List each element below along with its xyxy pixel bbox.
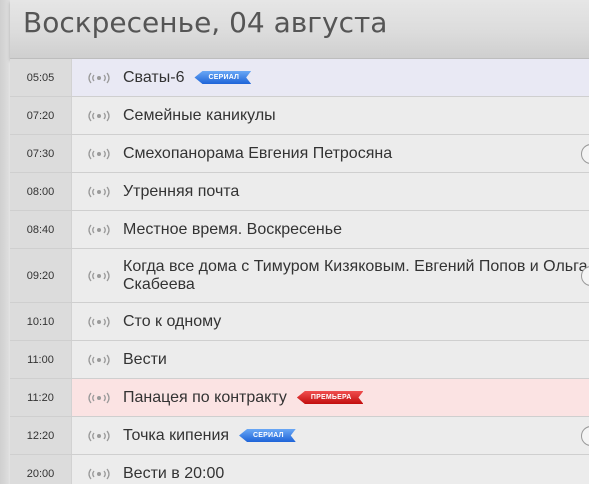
program-title-wrap: Утренняя почта: [123, 183, 239, 201]
program-title[interactable]: Сто к одному: [123, 313, 221, 331]
program-content: Местное время. Воскресенье: [72, 211, 589, 248]
program-content: Сто к одному: [72, 303, 589, 340]
schedule-row[interactable]: 09:20 Когда все дома с Тимуром Кизяковым.…: [10, 249, 589, 303]
program-time: 11:20: [27, 391, 54, 404]
program-time: 07:30: [26, 147, 55, 160]
program-time: 08:40: [26, 223, 55, 236]
program-content: Семейные каникулы: [72, 97, 589, 134]
time-cell: 08:40: [10, 211, 72, 248]
schedule-row[interactable]: 08:00 Утренняя почта: [10, 173, 589, 211]
broadcast-icon: [86, 315, 112, 329]
schedule-row[interactable]: 20:00 Вести в 20:00: [10, 455, 589, 484]
broadcast-icon: [86, 185, 112, 199]
serial-badge: СЕРИАЛ: [194, 71, 251, 84]
broadcast-icon: [86, 109, 112, 123]
program-title[interactable]: Вести в 20:00: [123, 465, 224, 483]
broadcast-icon: [86, 223, 112, 237]
program-title-wrap: Панацея по контракту ПРЕМЬЕРА: [123, 389, 363, 407]
program-content: Сваты-6 СЕРИАЛ: [72, 59, 589, 96]
program-time: 12:20: [26, 429, 55, 442]
program-time: 10:10: [26, 315, 55, 328]
broadcast-icon: [86, 147, 112, 161]
program-title[interactable]: Местное время. Воскресенье: [123, 221, 342, 239]
time-cell: 11:00: [10, 341, 72, 378]
program-time: 07:20: [26, 109, 55, 122]
schedule-row[interactable]: 07:30 Смехопанорама Евгения Петросяна: [10, 135, 589, 173]
program-content: Смехопанорама Евгения Петросяна: [72, 135, 589, 172]
program-title[interactable]: Когда все дома с Тимуром Кизяковым. Евге…: [123, 258, 589, 294]
chevron-right-icon[interactable]: [581, 425, 589, 446]
serial-badge: СЕРИАЛ: [239, 429, 296, 442]
program-title[interactable]: Сваты-6: [123, 69, 184, 87]
schedule-list: 05:05 Сваты-6 СЕРИАЛ 07:20 Семейные каникулы…: [10, 59, 589, 484]
program-title-wrap: Семейные каникулы: [123, 107, 276, 125]
broadcast-icon: [86, 429, 112, 443]
broadcast-icon: [86, 269, 112, 283]
broadcast-icon: [86, 353, 112, 367]
program-title[interactable]: Вести: [123, 351, 167, 369]
program-time: 09:20: [26, 269, 55, 282]
day-header: Воскресенье, 04 августа: [10, 0, 589, 59]
program-title-wrap: Когда все дома с Тимуром Кизяковым. Евге…: [123, 258, 589, 294]
program-title-wrap: Вести в 20:00: [123, 465, 224, 483]
program-time: 20:00: [26, 467, 55, 480]
program-time: 05:05: [26, 71, 55, 84]
time-cell: 08:00: [10, 173, 72, 210]
program-title[interactable]: Панацея по контракту: [123, 389, 287, 407]
program-title-wrap: Сваты-6 СЕРИАЛ: [123, 69, 251, 87]
schedule-row[interactable]: 11:00 Вести: [10, 341, 589, 379]
program-title-wrap: Вести: [123, 351, 167, 369]
program-content: Утренняя почта: [72, 173, 589, 210]
program-title[interactable]: Точка кипения: [123, 427, 229, 445]
broadcast-icon: [86, 71, 112, 85]
program-content: Вести в 20:00: [72, 455, 589, 484]
time-cell: 05:05: [10, 59, 72, 96]
time-cell: 20:00: [10, 455, 72, 484]
program-title-wrap: Сто к одному: [123, 313, 221, 331]
broadcast-icon: [86, 467, 112, 481]
schedule-row[interactable]: 07:20 Семейные каникулы: [10, 97, 589, 135]
schedule-row[interactable]: 05:05 Сваты-6 СЕРИАЛ: [10, 59, 589, 97]
program-content: Когда все дома с Тимуром Кизяковым. Евге…: [72, 249, 589, 302]
program-content: Точка кипения СЕРИАЛ: [72, 417, 589, 454]
time-cell: 09:20: [10, 249, 72, 302]
schedule-row[interactable]: 08:40 Местное время. Воскресенье: [10, 211, 589, 249]
time-cell: 10:10: [10, 303, 72, 340]
broadcast-icon: [86, 391, 112, 405]
time-cell: 07:30: [10, 135, 72, 172]
time-cell: 11:20: [10, 379, 72, 416]
chevron-right-icon[interactable]: [581, 143, 589, 164]
program-title-wrap: Местное время. Воскресенье: [123, 221, 342, 239]
program-content: Панацея по контракту ПРЕМЬЕРА: [72, 379, 589, 416]
program-title-wrap: Смехопанорама Евгения Петросяна: [123, 145, 392, 163]
schedule-row[interactable]: 10:10 Сто к одному: [10, 303, 589, 341]
program-title-wrap: Точка кипения СЕРИАЛ: [123, 427, 296, 445]
day-title: Воскресенье, 04 августа: [23, 6, 388, 39]
program-time: 08:00: [26, 185, 55, 198]
schedule-row[interactable]: 12:20 Точка кипения СЕРИАЛ: [10, 417, 589, 455]
program-title[interactable]: Утренняя почта: [123, 183, 239, 201]
time-cell: 07:20: [10, 97, 72, 134]
program-title[interactable]: Смехопанорама Евгения Петросяна: [123, 145, 392, 163]
tv-schedule-panel: Воскресенье, 04 августа 05:05 Сваты-6 СЕРИ…: [0, 0, 589, 484]
time-cell: 12:20: [10, 417, 72, 454]
premiere-badge: ПРЕМЬЕРА: [297, 391, 364, 404]
program-time: 11:00: [27, 353, 54, 366]
program-title[interactable]: Семейные каникулы: [123, 107, 276, 125]
schedule-row[interactable]: 11:20 Панацея по контракту ПРЕМЬЕРА: [10, 379, 589, 417]
program-content: Вести: [72, 341, 589, 378]
